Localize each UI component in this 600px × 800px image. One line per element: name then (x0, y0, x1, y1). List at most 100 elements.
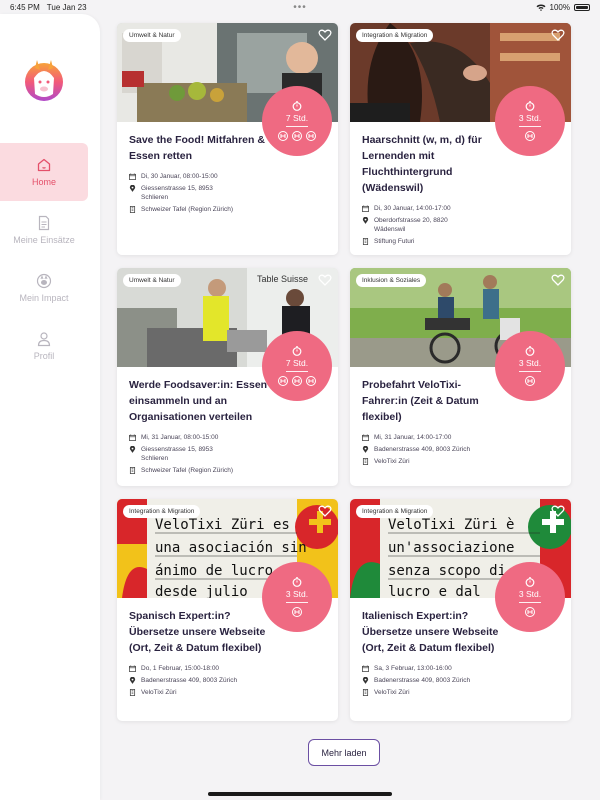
card-date: Mi, 31 Januar, 14:00-17:00 (374, 434, 452, 441)
card-address-line1: Badenerstrasse 409, 8003 Zürich (374, 677, 471, 684)
card-organization: Schweizer Tafel (Region Zürich) (141, 467, 233, 474)
sidebar-item-label: Home (31, 177, 56, 187)
duration-badge: 3 Std. (495, 86, 565, 156)
person-icon (37, 332, 51, 347)
stopwatch-icon (292, 346, 302, 356)
sidebar-item-label: Profil (33, 351, 55, 361)
poster-text-line: senza scopo di (388, 563, 506, 579)
favorite-heart-icon[interactable] (551, 504, 565, 518)
card-address-line1: Oberdorfstrasse 20, 8820 (374, 217, 448, 224)
card-title: Spanisch Expert:in? Übersetze unsere Web… (129, 610, 266, 654)
favorite-heart-icon[interactable] (551, 28, 565, 42)
skill-category-icon (292, 131, 302, 141)
location-pin-icon (362, 446, 369, 453)
duration-label: 3 Std. (518, 589, 542, 599)
location-pin-icon (129, 185, 136, 192)
home-icon (37, 158, 51, 172)
duration-label: 3 Std. (518, 113, 542, 123)
sidebar-item-meine-einsaetze[interactable]: Meine Einsätze (0, 201, 88, 259)
card-organization: VeloTixi Züri (141, 689, 177, 696)
calendar-icon (362, 434, 369, 441)
category-tag: Integration & Migration (123, 505, 201, 518)
favorite-heart-icon[interactable] (318, 504, 332, 518)
skill-category-icon (292, 376, 302, 386)
home-indicator[interactable] (208, 792, 392, 796)
card-date: Di, 30 Januar, 14:00-17:00 (374, 205, 451, 212)
sidebar: Home Meine Einsätze Mein Impact Profil (0, 14, 100, 800)
duration-label: 3 Std. (285, 589, 309, 599)
calendar-icon (129, 665, 136, 672)
sidebar-nav: Home Meine Einsätze Mein Impact Profil (0, 143, 100, 375)
opportunity-card[interactable]: VeloTixi Züri es una asociación sin ánim… (117, 499, 338, 721)
opportunity-card[interactable]: Umwelt & Natur 7 Std. Save the Food! Mit… (117, 23, 338, 255)
card-organization: VeloTixi Züri (374, 689, 410, 696)
location-pin-icon (362, 217, 369, 224)
duration-label: 7 Std. (285, 113, 309, 123)
building-icon (362, 689, 369, 696)
poster-text-line: ánimo de lucro (155, 563, 273, 579)
opportunity-card[interactable]: Table Suisse Umwelt & Natur 7 Std. Werde… (117, 268, 338, 486)
calendar-icon (129, 173, 136, 180)
duration-badge: 3 Std. (262, 562, 332, 632)
card-address-line1: Badenerstrasse 409, 8003 Zürich (374, 446, 471, 453)
sidebar-item-home[interactable]: Home (0, 143, 88, 201)
card-organization: Stiftung Futuri (374, 238, 415, 245)
duration-badge: 7 Std. (262, 86, 332, 156)
opportunity-card[interactable]: Integration & Migration 3 Std. Haarschni… (350, 23, 571, 255)
calendar-icon (362, 665, 369, 672)
skill-category-icon (306, 131, 316, 141)
poster-text-line: VeloTixi Züri è (388, 517, 514, 533)
skill-category-icon (525, 607, 535, 617)
card-address-line1: Badenerstrasse 409, 8003 Zürich (141, 677, 238, 684)
sidebar-item-profil[interactable]: Profil (0, 317, 88, 375)
llama-logo[interactable] (22, 58, 66, 102)
category-tag: Integration & Migration (356, 29, 434, 42)
card-date: Do, 1 Februar, 15:00-18:00 (141, 665, 220, 672)
location-pin-icon (129, 446, 136, 453)
opportunity-card[interactable]: Inklusion & Soziales 3 Std. Probefahrt V… (350, 268, 571, 486)
building-icon (362, 238, 369, 245)
calendar-icon (129, 434, 136, 441)
building-icon (129, 206, 136, 213)
favorite-heart-icon[interactable] (318, 273, 332, 287)
opportunity-card[interactable]: VeloTixi Züri è un'associazione senza sc… (350, 499, 571, 721)
favorite-heart-icon[interactable] (551, 273, 565, 287)
poster-text-line: desde julio (155, 584, 248, 598)
truck-brand-text: Table Suisse (257, 274, 308, 284)
card-organization: VeloTixi Züri (374, 458, 410, 465)
stopwatch-icon (525, 577, 535, 587)
duration-badge: 3 Std. (495, 562, 565, 632)
card-date: Sa, 3 Februar, 13:00-16:00 (374, 665, 452, 672)
favorite-heart-icon[interactable] (318, 28, 332, 42)
status-bar: 6:45 PM Tue Jan 23 ••• 100% (0, 0, 600, 14)
card-title: Werde Foodsaver:in: Essen einsammeln und… (129, 379, 268, 423)
card-title: Save the Food! Mitfahren & Essen retten (129, 134, 265, 162)
skill-category-icon (525, 131, 535, 141)
category-tag: Integration & Migration (356, 505, 434, 518)
skill-category-icon (306, 376, 316, 386)
location-pin-icon (129, 677, 136, 684)
category-tag: Umwelt & Natur (123, 29, 181, 42)
category-tag: Umwelt & Natur (123, 274, 181, 287)
duration-label: 3 Std. (518, 358, 542, 368)
card-address-line1: Giessenstrasse 15, 8953 (141, 185, 213, 192)
stopwatch-icon (292, 577, 302, 587)
document-icon (38, 215, 50, 231)
duration-badge: 3 Std. (495, 331, 565, 401)
load-more-button[interactable]: Mehr laden (308, 739, 380, 766)
calendar-icon (362, 205, 369, 212)
sidebar-item-mein-impact[interactable]: Mein Impact (0, 259, 88, 317)
poster-text-line: lucro e dal (388, 584, 481, 598)
wifi-icon (536, 4, 546, 11)
card-organization: Schweizer Tafel (Region Zürich) (141, 206, 233, 213)
poster-text-line: un'associazione (388, 540, 514, 556)
sidebar-item-label: Mein Impact (19, 293, 69, 303)
status-time: 6:45 PM (10, 2, 40, 12)
battery-percent: 100% (549, 2, 570, 12)
card-date: Di, 30 Januar, 08:00-15:00 (141, 173, 218, 180)
stopwatch-icon (525, 346, 535, 356)
card-title: Haarschnitt (w, m, d) für Lernenden mit … (362, 134, 482, 194)
poster-text-line: una asociación sin (155, 540, 307, 556)
skill-category-icon (292, 607, 302, 617)
multitask-dots[interactable]: ••• (293, 2, 307, 13)
